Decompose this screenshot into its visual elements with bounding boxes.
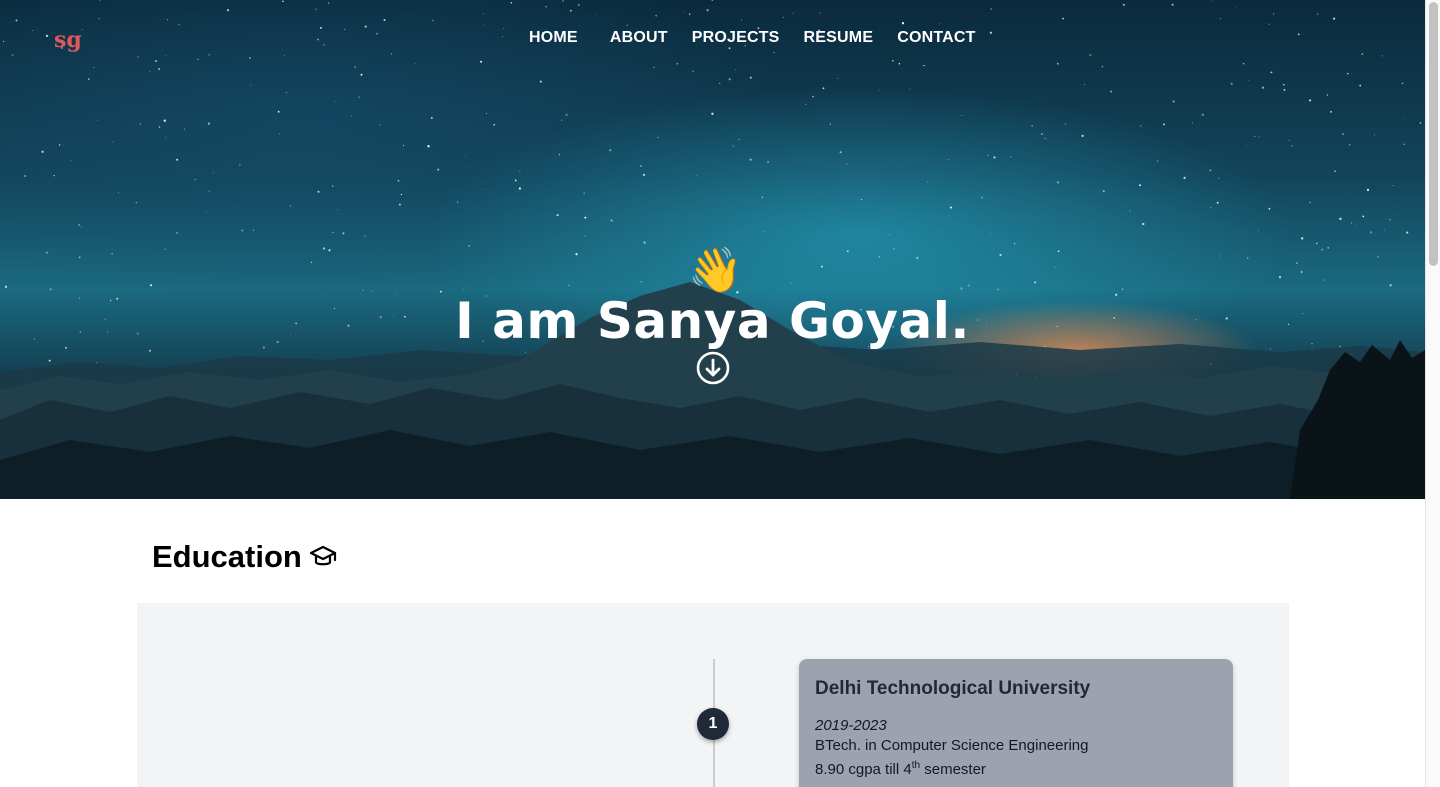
education-degree: BTech. in Computer Science Engineering: [815, 737, 1089, 754]
hero-title: I am Sanya Goyal.: [455, 292, 970, 350]
timeline-marker: 1: [697, 708, 729, 740]
site-logo[interactable]: sg: [54, 27, 82, 53]
hero-banner: sg HOME ABOUT PROJECTS RESUME CONTACT 👋 …: [0, 0, 1425, 499]
education-gpa: 8.90 cgpa till 4th semester: [815, 760, 986, 778]
nav-projects[interactable]: PROJECTS: [692, 29, 780, 47]
page-scrollbar[interactable]: [1425, 0, 1440, 787]
nav-resume[interactable]: RESUME: [804, 29, 874, 47]
education-years: 2019-2023: [815, 717, 887, 734]
arrow-down-circle-icon[interactable]: [696, 351, 730, 385]
institution-name: Delhi Technological University: [815, 678, 1091, 699]
waving-hand-icon: 👋: [688, 245, 743, 296]
education-card: Delhi Technological University 2019-2023…: [799, 659, 1233, 787]
main-nav: HOME ABOUT PROJECTS RESUME CONTACT: [529, 29, 1000, 47]
scrollbar-thumb[interactable]: [1429, 2, 1438, 266]
nav-about[interactable]: ABOUT: [610, 29, 668, 47]
education-title: Education: [152, 539, 302, 574]
graduation-cap-icon: [309, 545, 336, 566]
nav-home[interactable]: HOME: [529, 29, 578, 47]
nav-contact[interactable]: CONTACT: [897, 29, 975, 47]
education-heading: Education: [152, 539, 337, 575]
